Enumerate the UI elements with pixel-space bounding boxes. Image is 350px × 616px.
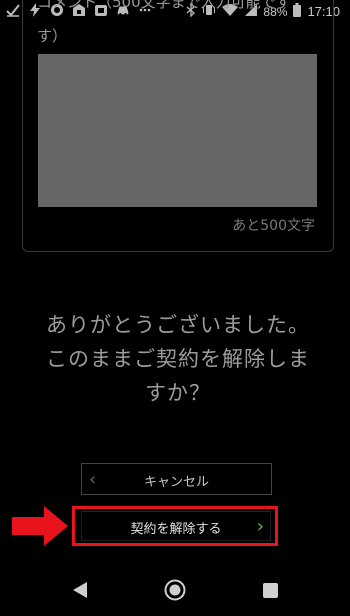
comment-label-line1: コメント（500文字まで入力可能です — [37, 0, 291, 11]
back-icon[interactable] — [72, 581, 88, 599]
red-arrow-icon — [12, 506, 68, 546]
comment-form-panel: コメント（500文字まで入力可能です す） あと500文字 — [22, 0, 334, 252]
cancel-contract-button[interactable]: 契約を解除する › — [81, 511, 271, 541]
cancel-button[interactable]: ‹ キャンセル — [81, 463, 272, 495]
message-line3: すか？ — [145, 381, 211, 405]
remaining-char-count: あと500文字 — [232, 218, 315, 234]
navigation-bar — [0, 568, 350, 616]
comment-label-line2: す） — [37, 27, 68, 45]
comment-textarea[interactable] — [38, 54, 317, 207]
message-line2: このままご契約を解除しま — [46, 347, 310, 371]
home-icon[interactable] — [164, 579, 186, 601]
message-line1: ありがとうございました。 — [46, 313, 310, 337]
confirmation-message: ありがとうございました。 このままご契約を解除しま すか？ — [28, 308, 328, 410]
chevron-right-icon: › — [256, 516, 264, 537]
check-icon — [6, 3, 20, 17]
recents-icon[interactable] — [263, 583, 278, 598]
cancel-contract-button-label: 契約を解除する — [130, 522, 222, 537]
cancel-button-label: キャンセル — [143, 475, 209, 490]
